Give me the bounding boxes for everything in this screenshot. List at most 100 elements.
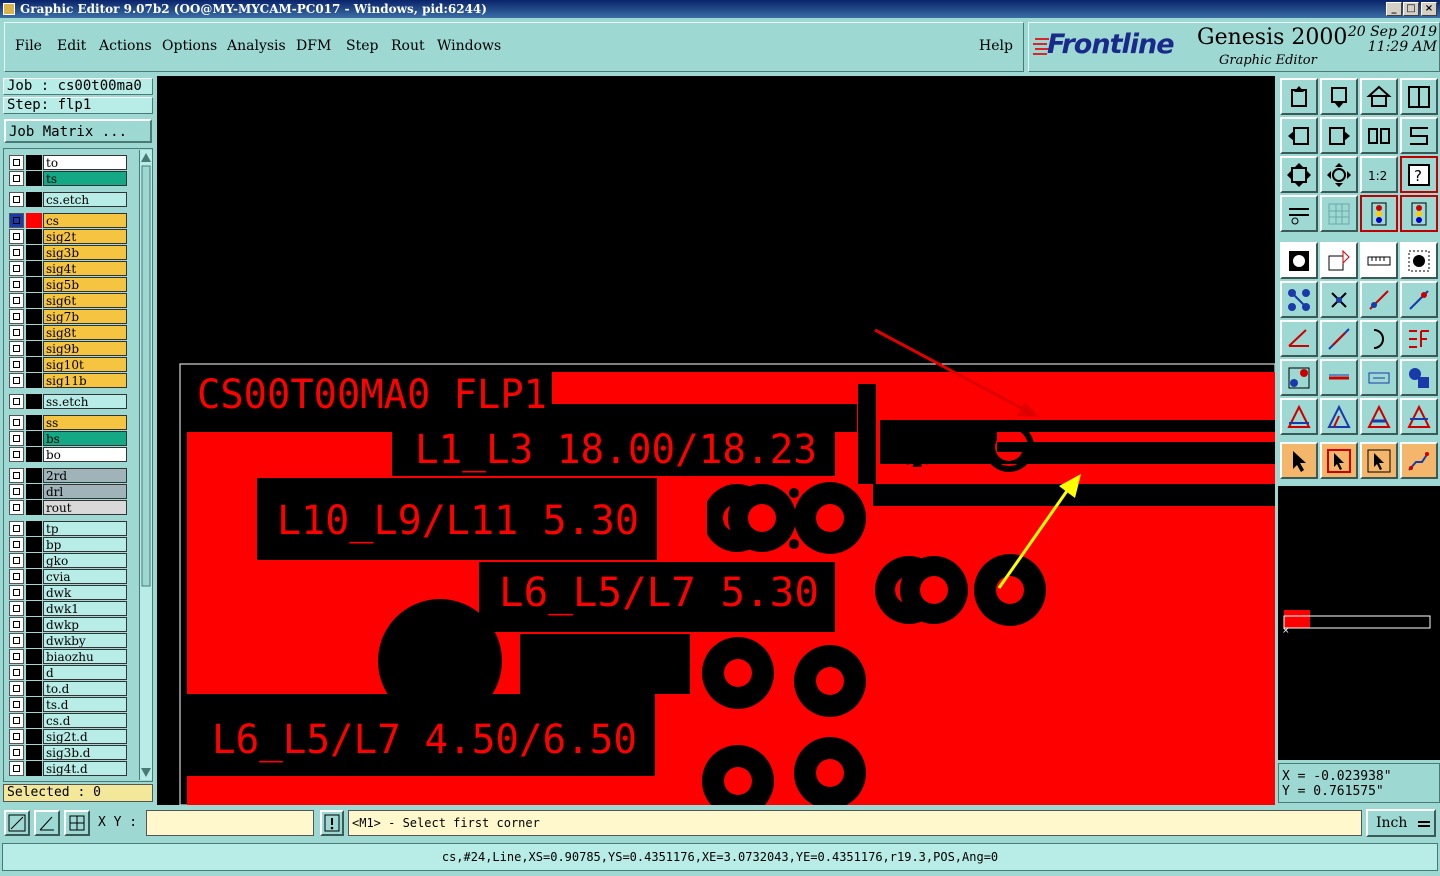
layer-name[interactable]: sig2t <box>43 229 127 244</box>
layer-color-swatch[interactable] <box>26 697 42 712</box>
layer-name[interactable]: ts.d <box>43 697 127 712</box>
layer-row-biaozhu[interactable]: biaozhu <box>9 649 127 664</box>
layer-color-swatch[interactable] <box>26 601 42 616</box>
layer-checkbox[interactable] <box>9 213 24 228</box>
layer-color-swatch[interactable] <box>26 357 42 372</box>
layer-color-swatch[interactable] <box>26 468 42 483</box>
tool-center[interactable] <box>1320 156 1358 193</box>
layer-row-sig10t[interactable]: sig10t <box>9 357 127 372</box>
layer-color-swatch[interactable] <box>26 155 42 170</box>
selected-trace[interactable] <box>997 432 1275 442</box>
tool-diagonal-icon[interactable] <box>1320 320 1358 357</box>
tool-help-icon[interactable]: ? <box>1400 156 1438 193</box>
layer-row-dwkby[interactable]: dwkby <box>9 633 127 648</box>
tool-line-blue-icon[interactable] <box>1400 281 1438 318</box>
layer-checkbox[interactable] <box>9 415 24 430</box>
layer-color-swatch[interactable] <box>26 325 42 340</box>
tool-scale-1-2[interactable]: 1:2 <box>1360 156 1398 193</box>
layer-row-sig4t-d[interactable]: sig4t.d <box>9 761 127 776</box>
layer-name[interactable]: bo <box>43 447 127 462</box>
layer-checkbox[interactable] <box>9 697 24 712</box>
layer-row-ss[interactable]: ss <box>9 415 127 430</box>
layer-checkbox[interactable] <box>9 617 24 632</box>
layer-name[interactable]: cs <box>43 213 127 228</box>
layer-name[interactable]: tp <box>43 521 127 536</box>
menu-actions[interactable]: Actions <box>99 38 152 54</box>
layer-name[interactable]: sig6t <box>43 293 127 308</box>
layer-name[interactable]: cvia <box>43 569 127 584</box>
layer-checkbox[interactable] <box>9 277 24 292</box>
layer-color-swatch[interactable] <box>26 569 42 584</box>
layer-name[interactable]: gko <box>43 553 127 568</box>
layer-checkbox[interactable] <box>9 537 24 552</box>
layer-checkbox[interactable] <box>9 569 24 584</box>
layer-color-swatch[interactable] <box>26 293 42 308</box>
layer-color-swatch[interactable] <box>26 171 42 186</box>
layer-color-swatch[interactable] <box>26 553 42 568</box>
layer-checkbox[interactable] <box>9 713 24 728</box>
window-title-bar[interactable]: Graphic Editor 9.07b2 (OO@MY-MYCAM-PC017… <box>0 0 1440 18</box>
layer-color-swatch[interactable] <box>26 745 42 760</box>
tool-grid-icon[interactable] <box>1320 195 1358 232</box>
tool-layers-2-icon[interactable] <box>1400 195 1438 232</box>
layer-row-sig3b-d[interactable]: sig3b.d <box>9 745 127 760</box>
tool-cross-icon[interactable] <box>1320 281 1358 318</box>
layer-row-dwk[interactable]: dwk <box>9 585 127 600</box>
layer-checkbox[interactable] <box>9 341 24 356</box>
layer-row-sig4t[interactable]: sig4t <box>9 261 127 276</box>
layer-name[interactable]: sig8t <box>43 325 127 340</box>
layer-row-cs-d[interactable]: cs.d <box>9 713 127 728</box>
layer-row-ts[interactable]: ts <box>9 171 127 186</box>
units-dropdown[interactable]: Inch <box>1366 809 1436 837</box>
layer-checkbox[interactable] <box>9 601 24 616</box>
layer-list-scrollbar[interactable] <box>139 150 152 780</box>
layer-color-swatch[interactable] <box>26 261 42 276</box>
layer-row-sig7b[interactable]: sig7b <box>9 309 127 324</box>
layer-checkbox[interactable] <box>9 192 24 207</box>
layer-checkbox[interactable] <box>9 373 24 388</box>
layer-color-swatch[interactable] <box>26 713 42 728</box>
layer-color-swatch[interactable] <box>26 341 42 356</box>
menu-rout[interactable]: Rout <box>391 38 425 54</box>
tool-line-red-icon[interactable] <box>1360 281 1398 318</box>
layer-checkbox[interactable] <box>9 394 24 409</box>
layer-color-swatch[interactable] <box>26 245 42 260</box>
tool-zoom-down[interactable] <box>1320 78 1358 115</box>
tool-angle-icon[interactable] <box>1280 320 1318 357</box>
info-icon[interactable] <box>320 810 344 836</box>
tool-window[interactable] <box>1400 78 1438 115</box>
tool-fit[interactable] <box>1280 156 1318 193</box>
angle-snap-icon[interactable] <box>34 810 60 836</box>
tool-mirror[interactable] <box>1360 117 1398 154</box>
tool-layers-icon[interactable] <box>1360 195 1398 232</box>
layer-name[interactable]: to <box>43 155 127 170</box>
layer-checkbox[interactable] <box>9 729 24 744</box>
tool-pointer-icon[interactable] <box>1280 442 1318 479</box>
layer-name[interactable]: cs.d <box>43 713 127 728</box>
layer-name[interactable]: to.d <box>43 681 127 696</box>
layer-color-swatch[interactable] <box>26 617 42 632</box>
layer-color-swatch[interactable] <box>26 192 42 207</box>
job-matrix-button[interactable]: Job Matrix ... <box>4 119 152 143</box>
layer-name[interactable]: sig3b.d <box>43 745 127 760</box>
layer-row-cvia[interactable]: cvia <box>9 569 127 584</box>
layer-name[interactable]: drl <box>43 484 127 499</box>
tool-select-icon[interactable] <box>1280 242 1318 279</box>
tool-route-icon[interactable] <box>1400 442 1438 479</box>
tool-pad-icon[interactable] <box>1400 242 1438 279</box>
layer-name[interactable]: sig2t.d <box>43 729 127 744</box>
layer-row-to-d[interactable]: to.d <box>9 681 127 696</box>
layer-color-swatch[interactable] <box>26 585 42 600</box>
snap-icon[interactable] <box>4 810 30 836</box>
layer-checkbox[interactable] <box>9 447 24 462</box>
tool-triangle-1-icon[interactable] <box>1280 398 1318 435</box>
layer-row-sig9b[interactable]: sig9b <box>9 341 127 356</box>
layer-color-swatch[interactable] <box>26 229 42 244</box>
layer-name[interactable]: d <box>43 665 127 680</box>
tool-flip-icon[interactable] <box>1400 320 1438 357</box>
tool-zoom-home[interactable] <box>1280 78 1318 115</box>
tool-home[interactable] <box>1360 78 1398 115</box>
menu-options[interactable]: Options <box>162 38 217 54</box>
layer-checkbox[interactable] <box>9 681 24 696</box>
layer-name[interactable]: sig4t.d <box>43 761 127 776</box>
